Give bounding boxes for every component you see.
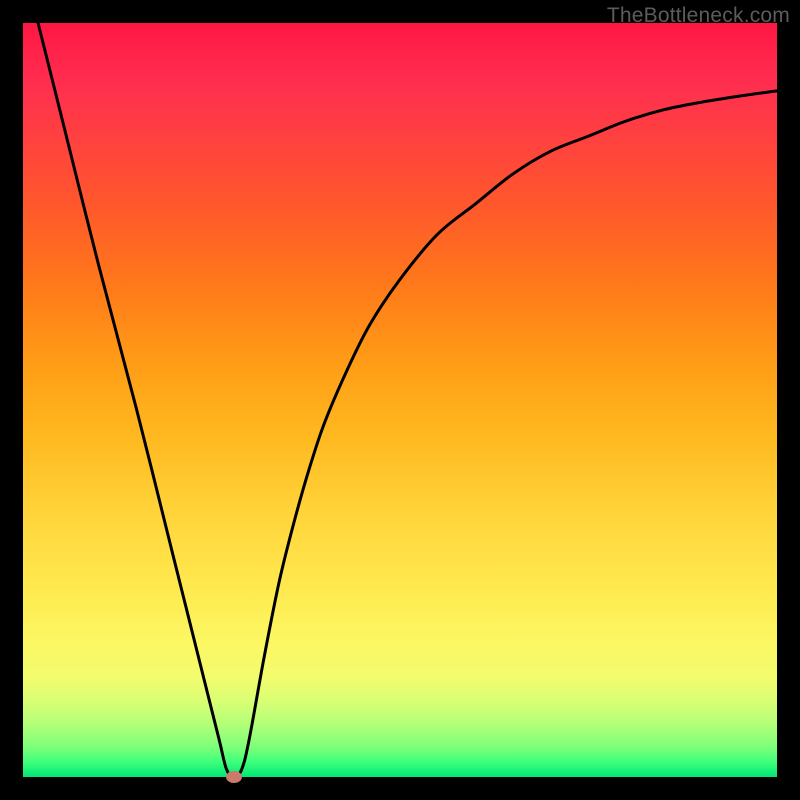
- minimum-marker: [226, 771, 242, 783]
- curve-svg: [23, 23, 777, 777]
- chart-container: TheBottleneck.com: [0, 0, 800, 800]
- watermark-text: TheBottleneck.com: [607, 4, 790, 28]
- bottleneck-curve: [38, 23, 777, 777]
- plot-area: [23, 23, 777, 777]
